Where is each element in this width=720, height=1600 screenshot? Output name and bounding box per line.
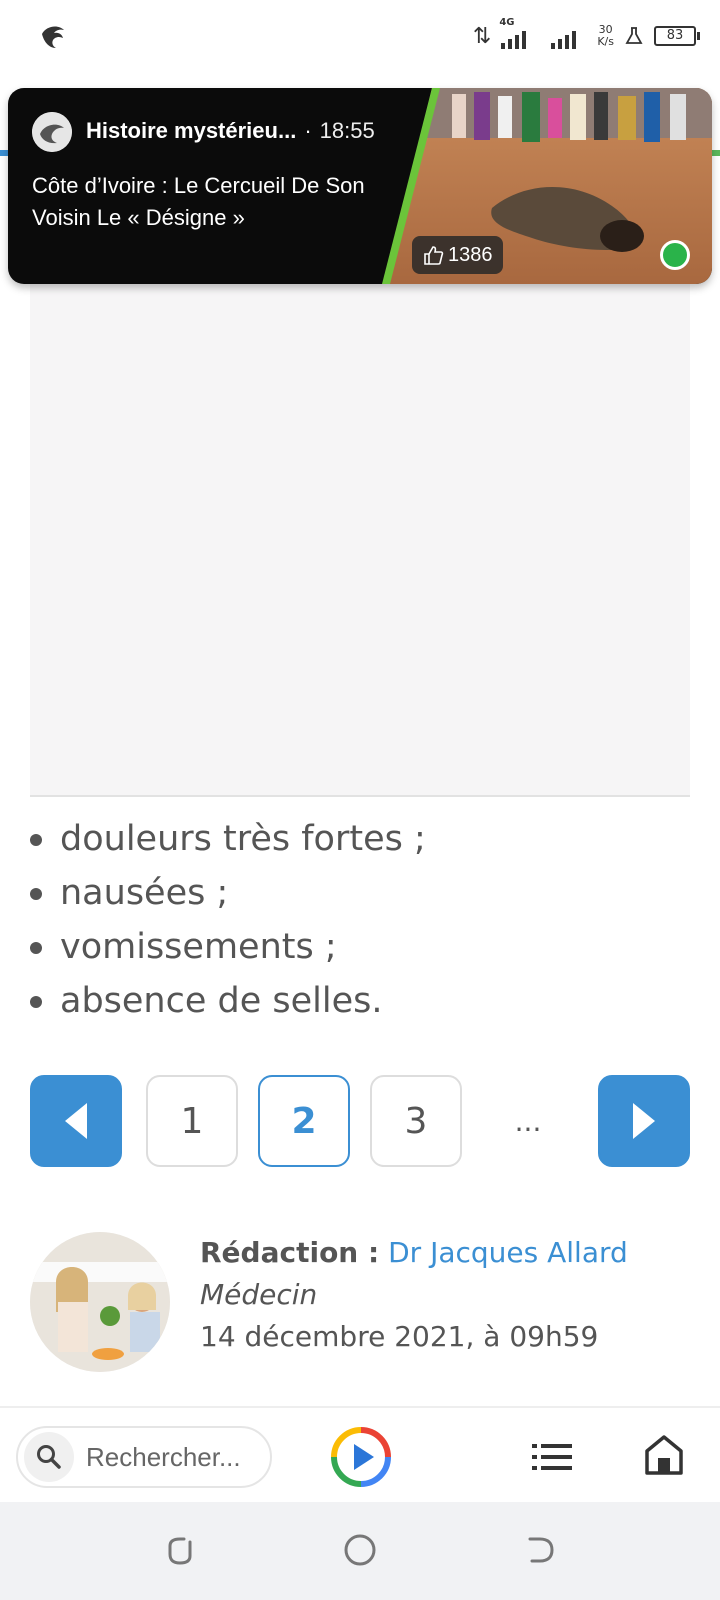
network-type: 4G [499,17,515,28]
author-avatar [30,1232,170,1372]
notification-app-name: Histoire mystérieu... [86,118,297,143]
next-page-button[interactable] [598,1075,690,1167]
author-role: Médecin [200,1278,318,1311]
page-button-2[interactable]: 2 [258,1075,350,1167]
data-arrows-icon: ⇅ [472,23,492,49]
list-item: absence de selles. [30,974,690,1028]
notification-source-badge-icon [660,240,690,270]
notification-app-avatar [32,112,72,152]
thumbs-up-icon [424,246,444,265]
author-info: Rédaction : Dr Jacques Allard Médecin 14… [200,1232,700,1358]
page-button-1[interactable]: 1 [146,1075,238,1167]
play-icon[interactable] [330,1426,392,1488]
recents-icon[interactable] [160,1530,200,1570]
flask-icon [625,27,643,44]
battery-icon: 83 [654,26,700,46]
author-label: Rédaction : [200,1236,380,1269]
home-icon[interactable] [644,1434,684,1476]
chevron-right-icon [633,1103,655,1139]
search-bar[interactable]: Rechercher... [16,1426,272,1488]
list-icon[interactable] [532,1440,572,1474]
notification-time: 18:55 [319,118,375,143]
status-bar: ⇅ 4G 30 K/s 83 [0,0,720,74]
system-navigation-bar [0,1502,720,1600]
pagination: 1 2 3 ... [0,1075,720,1167]
article-image [30,270,690,797]
search-input[interactable]: Rechercher... [86,1442,241,1473]
nav-home-icon[interactable] [340,1530,380,1570]
publish-date: 14 décembre 2021, à 09h59 [200,1320,599,1353]
pagination-ellipsis: ... [482,1075,574,1167]
author-byline: Rédaction : Dr Jacques Allard [200,1232,700,1274]
signal-icon: 4G [497,17,537,51]
app-bird-icon [42,26,64,48]
author-name-link[interactable]: Dr Jacques Allard [388,1236,628,1269]
notification-separator: · [304,118,312,143]
likes-badge: 1386 [412,236,503,274]
battery-level: 83 [666,28,684,43]
status-indicators: ⇅ 4G 30 K/s 83 [472,17,700,54]
page-button-3[interactable]: 3 [370,1075,462,1167]
notification-header: Histoire mystérieu... · 18:55 [86,118,406,144]
symptom-list: douleurs très fortes ; nausées ; vomisse… [30,812,690,1028]
back-icon[interactable] [520,1530,560,1570]
notification-card[interactable]: Histoire mystérieu... · 18:55 Côte d’Ivo… [8,88,712,284]
signal-icon-2 [547,21,587,51]
network-speed: 30 K/s [597,24,614,48]
list-item: nausées ; [30,866,690,920]
prev-page-button[interactable] [30,1075,122,1167]
list-item: douleurs très fortes ; [30,812,690,866]
chevron-left-icon [65,1103,87,1139]
speed-unit: K/s [597,35,614,48]
bottom-toolbar: Rechercher... [0,1406,720,1502]
notification-message: Côte d’Ivoire : Le Cercueil De Son Voisi… [32,173,365,230]
search-icon [24,1432,74,1482]
list-item: vomissements ; [30,920,690,974]
likes-count: 1386 [448,243,493,266]
